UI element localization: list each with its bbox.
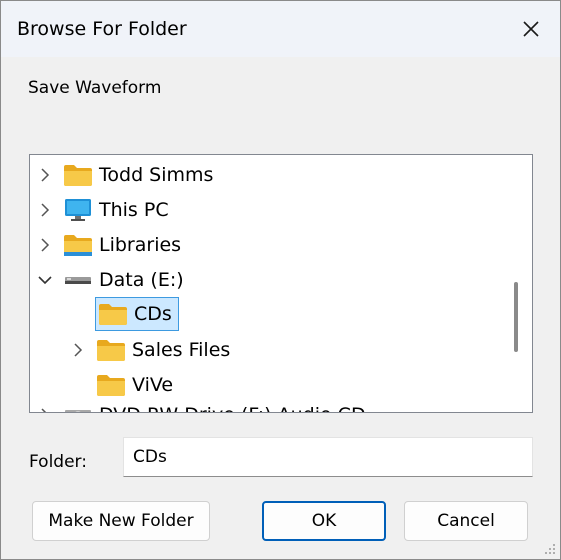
tree-item-label: DVD RW Drive (F:) Audio CD xyxy=(99,404,366,412)
tree-item-todd-simms[interactable]: Todd Simms xyxy=(37,159,213,191)
chevron-down-icon[interactable] xyxy=(37,272,53,288)
window-title: Browse For Folder xyxy=(17,18,187,40)
make-new-folder-button[interactable]: Make New Folder xyxy=(32,501,210,541)
chevron-right-icon[interactable] xyxy=(37,237,53,253)
tree-item-dvd-drive[interactable]: DVD RW Drive (F:) Audio CD xyxy=(37,399,366,412)
tree-item-label: Libraries xyxy=(99,234,182,256)
tree-item-label: Todd Simms xyxy=(99,164,214,186)
tree-item-label: Data (E:) xyxy=(99,269,184,291)
tree-scrollbar[interactable] xyxy=(514,282,518,352)
resize-grip-icon[interactable] xyxy=(544,543,556,555)
ok-button[interactable]: OK xyxy=(262,501,386,541)
tree-item-data-drive[interactable]: Data (E:) xyxy=(37,264,184,296)
tree-item-label: This PC xyxy=(99,199,169,221)
tree-item-label: Sales Files xyxy=(132,339,231,361)
folder-icon xyxy=(96,372,126,398)
chevron-right-icon[interactable] xyxy=(37,407,53,412)
tree-item-label: CDs xyxy=(134,303,172,325)
chevron-right-icon[interactable] xyxy=(37,167,53,183)
close-icon xyxy=(523,21,539,37)
folder-icon xyxy=(98,301,128,327)
drive-icon xyxy=(63,267,93,293)
tree-item-cds[interactable]: CDs xyxy=(95,297,179,331)
chevron-right-icon[interactable] xyxy=(70,342,86,358)
library-folder-icon xyxy=(63,232,93,258)
title-bar[interactable]: Browse For Folder xyxy=(1,1,560,57)
tree-item-libraries[interactable]: Libraries xyxy=(37,229,181,261)
folder-tree[interactable]: Todd Simms This PC Libraries Data (E:) C… xyxy=(29,154,533,413)
cancel-button[interactable]: Cancel xyxy=(404,501,528,541)
tree-item-vive[interactable]: ViVe xyxy=(96,369,173,401)
browse-for-folder-dialog: Browse For Folder Save Waveform Todd Sim… xyxy=(0,0,561,560)
folder-icon xyxy=(63,162,93,188)
monitor-icon xyxy=(63,197,93,223)
folder-input[interactable] xyxy=(123,437,533,477)
chevron-right-icon[interactable] xyxy=(37,202,53,218)
tree-item-sales-files[interactable]: Sales Files xyxy=(70,334,230,366)
folder-label: Folder: xyxy=(29,452,87,472)
tree-item-label: ViVe xyxy=(132,374,174,396)
optical-drive-icon xyxy=(63,402,93,412)
folder-icon xyxy=(96,337,126,363)
tree-item-this-pc[interactable]: This PC xyxy=(37,194,169,226)
close-button[interactable] xyxy=(502,1,560,57)
instruction-text: Save Waveform xyxy=(28,78,162,98)
